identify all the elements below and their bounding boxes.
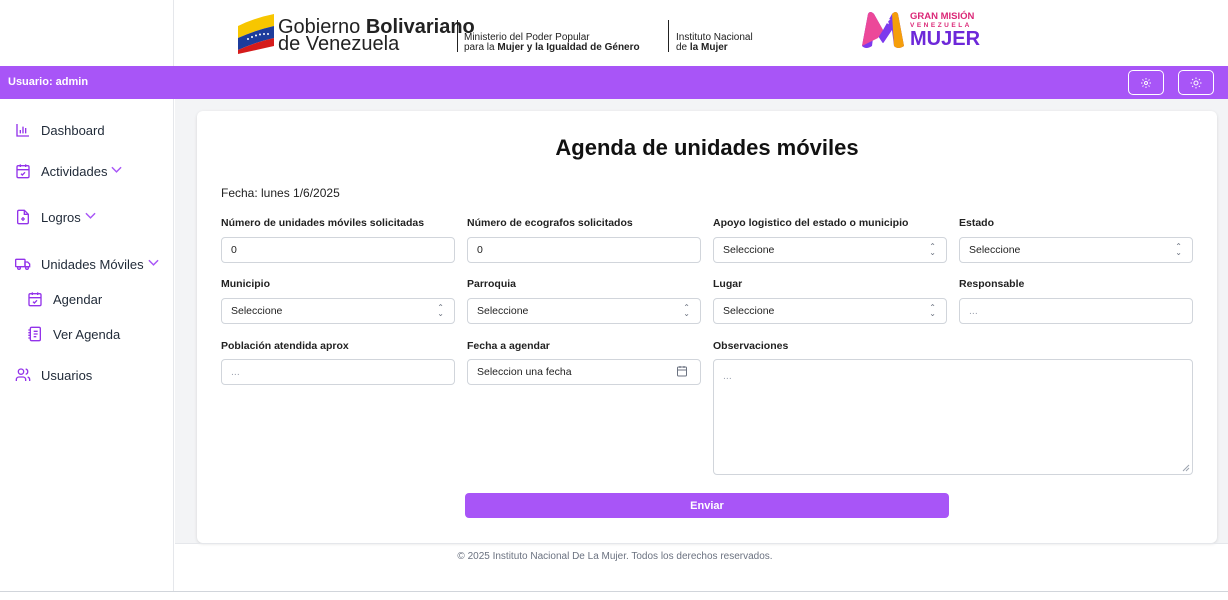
estado-label: Estado xyxy=(959,217,995,229)
responsable-label: Responsable xyxy=(959,278,1025,290)
footer-text: © 2025 Instituto Nacional De La Mujer. T… xyxy=(457,551,773,562)
municipio-value: Seleccione xyxy=(231,305,283,317)
select-arrows-icon: ⌃ ⌄ xyxy=(929,242,936,257)
ministry-text: Ministerio del Poder Popular para la Muj… xyxy=(464,33,640,53)
footer-divider xyxy=(175,543,1228,544)
calendar-check-icon xyxy=(26,290,44,308)
user-label: Usuario: admin xyxy=(8,76,89,88)
sidebar-item-actividades[interactable]: Actividades xyxy=(14,162,123,180)
sidebar-item-label: Logros xyxy=(41,209,81,225)
sidebar-item-label: Agendar xyxy=(53,291,103,307)
notebook-icon xyxy=(26,325,44,343)
sidebar-item-dashboard[interactable]: Dashboard xyxy=(14,121,105,139)
sidebar-item-label: Unidades Móviles xyxy=(41,256,144,272)
lugar-value: Seleccione xyxy=(723,305,775,317)
unidades-label: Número de unidades móviles solicitadas xyxy=(221,217,425,229)
resize-grip-icon[interactable] xyxy=(1182,464,1190,472)
sidebar-item-label: Usuarios xyxy=(41,367,93,383)
parroquia-label: Parroquia xyxy=(467,278,517,290)
header-divider xyxy=(668,20,669,52)
ministry-line2b: Mujer y la Igualdad de Género xyxy=(497,42,640,53)
gran-mision-text: GRAN MISIÓN VENEZUELA MUJER xyxy=(910,11,981,50)
unidades-value: 0 xyxy=(231,244,237,256)
sidebar-item-label: Dashboard xyxy=(41,122,105,138)
file-plus-icon xyxy=(14,208,32,226)
sun-icon xyxy=(1190,77,1202,88)
parroquia-value: Seleccione xyxy=(477,305,529,317)
poblacion-label: Población atendida aprox xyxy=(221,340,349,352)
unidades-input[interactable]: 0 xyxy=(221,237,455,263)
apoyo-select[interactable]: Seleccione ⌃ ⌄ xyxy=(713,237,947,263)
apoyo-label: Apoyo logistico del estado o municipio xyxy=(713,217,909,229)
chevron-down-icon xyxy=(111,165,123,177)
theme-toggle-button[interactable] xyxy=(1178,70,1214,95)
lugar-select[interactable]: Seleccione ⌃ ⌄ xyxy=(713,298,947,324)
gran-mision-logo xyxy=(862,12,904,48)
select-arrows-icon: ⌃ ⌄ xyxy=(437,303,444,318)
select-arrows-icon: ⌃ ⌄ xyxy=(1175,242,1182,257)
parroquia-select[interactable]: Seleccione ⌃ ⌄ xyxy=(467,298,701,324)
select-arrows-icon: ⌃ ⌄ xyxy=(929,303,936,318)
sidebar-item-label: Ver Agenda xyxy=(53,326,121,342)
poblacion-input[interactable]: ... xyxy=(221,359,455,385)
institute-text: Instituto Nacional de la Mujer xyxy=(676,33,753,53)
bar-chart-icon xyxy=(14,121,32,139)
sidebar-item-ver-agenda[interactable]: Ver Agenda xyxy=(26,325,120,343)
venezuela-flag-logo xyxy=(238,14,274,54)
bottom-divider xyxy=(0,591,1228,592)
municipio-label: Municipio xyxy=(221,278,270,290)
sidebar-item-usuarios[interactable]: Usuarios xyxy=(14,366,92,384)
gov-logo-text: Gobierno Bolivariano de Venezuela xyxy=(278,17,475,55)
poblacion-placeholder: ... xyxy=(231,366,240,378)
sidebar: Dashboard Actividades Logros Unidades Mó… xyxy=(0,99,174,592)
ministry-line2a: para la xyxy=(464,42,498,53)
header-divider xyxy=(457,20,458,52)
apoyo-value: Seleccione xyxy=(723,244,775,256)
truck-icon xyxy=(14,255,32,273)
chevron-down-icon xyxy=(148,258,159,270)
page-header: Gobierno Bolivariano de Venezuela Minist… xyxy=(174,0,1228,66)
fecha-agendar-label: Fecha a agendar xyxy=(467,340,550,352)
observaciones-textarea[interactable]: ... xyxy=(713,359,1193,475)
sidebar-header xyxy=(0,0,174,66)
lugar-label: Lugar xyxy=(713,278,743,290)
gear-icon xyxy=(1141,77,1151,88)
sidebar-item-label: Actividades xyxy=(41,163,108,179)
fecha-agendar-input[interactable]: Seleccion una fecha xyxy=(467,359,701,385)
mision-line3: MUJER xyxy=(910,28,981,50)
responsable-placeholder: ... xyxy=(969,305,978,317)
sidebar-item-agendar[interactable]: Agendar xyxy=(26,290,102,308)
responsable-input[interactable]: ... xyxy=(959,298,1193,324)
sidebar-item-logros[interactable]: Logros xyxy=(14,208,96,226)
page-title: Agenda de unidades móviles xyxy=(555,135,859,160)
chevron-down-icon xyxy=(85,211,96,223)
mision-line1: GRAN MISIÓN xyxy=(910,11,975,22)
submit-button[interactable]: Enviar xyxy=(465,493,949,518)
institute-line2a: de xyxy=(676,42,690,53)
ecografos-value: 0 xyxy=(477,244,483,256)
users-icon xyxy=(14,366,32,384)
estado-value: Seleccione xyxy=(969,244,1021,256)
top-bar: Usuario: admin xyxy=(0,66,1228,99)
select-arrows-icon: ⌃ ⌄ xyxy=(683,303,690,318)
ecografos-label: Número de ecografos solicitados xyxy=(467,217,633,229)
ecografos-input[interactable]: 0 xyxy=(467,237,701,263)
calendar-icon[interactable] xyxy=(676,365,688,377)
estado-select[interactable]: Seleccione ⌃ ⌄ xyxy=(959,237,1193,263)
fecha-agendar-placeholder: Seleccion una fecha xyxy=(477,366,572,378)
current-date: Fecha: lunes 1/6/2025 xyxy=(221,186,340,200)
gov-text-line2: de Venezuela xyxy=(278,33,400,55)
municipio-select[interactable]: Seleccione ⌃ ⌄ xyxy=(221,298,455,324)
sidebar-item-unidades-moviles[interactable]: Unidades Móviles xyxy=(14,255,159,273)
form-card xyxy=(197,111,1217,543)
calendar-check-icon xyxy=(14,162,32,180)
observaciones-label: Observaciones xyxy=(713,340,789,352)
settings-button[interactable] xyxy=(1128,70,1164,95)
observaciones-placeholder: ... xyxy=(723,370,732,382)
institute-line2b: la Mujer xyxy=(689,42,728,53)
